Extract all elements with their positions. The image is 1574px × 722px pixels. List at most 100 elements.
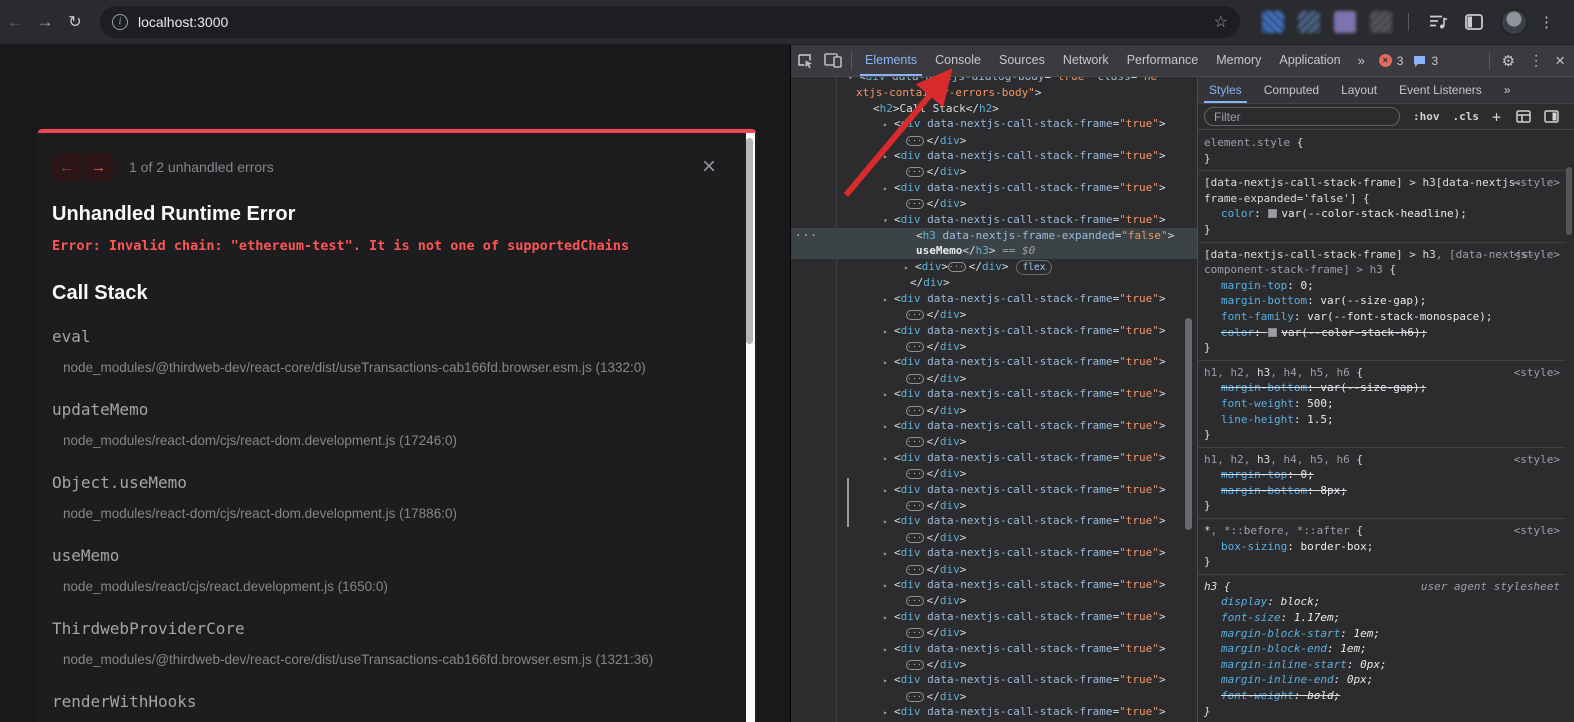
dom-tree-line[interactable]: ···</div> (791, 196, 1197, 211)
css-declaration[interactable]: margin-top: 0; (1204, 467, 1560, 483)
css-declaration[interactable]: font-weight: 500; (1204, 396, 1560, 412)
dom-tree-line[interactable]: ▾<div data-nextjs-call-stack-frame="true… (791, 212, 1197, 228)
close-icon[interactable]: × (702, 157, 716, 177)
error-count[interactable]: 3 (1397, 54, 1404, 68)
color-swatch[interactable] (1268, 328, 1277, 337)
dom-tree-line[interactable]: ▸<div data-nextjs-call-stack-frame="true… (791, 545, 1197, 561)
dom-tree-line[interactable]: ▸<div data-nextjs-call-stack-frame="true… (791, 704, 1197, 720)
css-rule[interactable]: <style>[data-nextjs-call-stack-frame] > … (1198, 171, 1566, 242)
rule-source-link[interactable]: <style> (1514, 365, 1560, 381)
rule-source-link[interactable]: <style> (1514, 523, 1560, 539)
dom-tree-line[interactable]: ···</div> (791, 562, 1197, 577)
pseudo-state-toggle[interactable]: :hov (1413, 110, 1440, 123)
extension-icon[interactable] (1262, 11, 1284, 33)
expand-arrow-right-icon[interactable]: ▸ (883, 514, 894, 529)
rule-source-link[interactable]: <style> (1514, 452, 1560, 468)
dialog-scrollbar-track[interactable] (746, 133, 755, 722)
dom-tree-line[interactable]: ▸<div data-nextjs-call-stack-frame="true… (791, 148, 1197, 164)
dom-tree-line[interactable]: ···</div> (791, 498, 1197, 513)
rule-source-link[interactable]: user agent stylesheet (1421, 579, 1560, 595)
new-style-rule-button[interactable]: + (1492, 108, 1501, 126)
more-content-icon[interactable]: ··· (906, 533, 924, 543)
expand-arrow-right-icon[interactable]: ▸ (883, 705, 894, 720)
css-declaration[interactable]: margin-bottom: var(--size-gap); (1204, 380, 1560, 396)
css-rule[interactable]: element.style {} (1198, 131, 1566, 171)
dom-tree-line[interactable]: ···</div> (791, 133, 1197, 148)
dom-tree-line[interactable]: ▸<div data-nextjs-call-stack-frame="true… (791, 672, 1197, 688)
expand-arrow-right-icon[interactable]: ▸ (883, 578, 894, 593)
more-content-icon[interactable]: ··· (906, 342, 924, 352)
tab-styles[interactable]: Styles (1198, 77, 1253, 103)
expand-arrow-right-icon[interactable]: ▸ (883, 483, 894, 498)
css-declaration[interactable]: margin-bottom: 8px; (1204, 483, 1560, 499)
forward-button[interactable]: → (30, 12, 60, 32)
dom-tree-line[interactable]: ···</div> (791, 371, 1197, 386)
css-declaration[interactable]: margin-inline-end: 0px; (1204, 672, 1560, 688)
styles-scrollbar-thumb[interactable] (1566, 167, 1572, 235)
next-error-button[interactable]: → (84, 153, 113, 181)
expand-arrow-right-icon[interactable]: ▸ (883, 546, 894, 561)
rule-selector[interactable]: h1, h2, h3, h4, h5, h6 { (1204, 452, 1560, 468)
more-content-icon[interactable]: ··· (906, 501, 924, 511)
more-content-icon[interactable]: ··· (906, 660, 924, 670)
more-content-icon[interactable]: ··· (906, 628, 924, 638)
tab-computed[interactable]: Computed (1253, 77, 1330, 103)
dom-tree-line[interactable]: ▾<div data-nextjs-dialog-body="true" cla… (791, 77, 1197, 85)
dom-tree-line[interactable]: </div> (791, 275, 1197, 290)
more-content-icon[interactable]: ··· (906, 469, 924, 479)
bookmark-star-icon[interactable]: ☆ (1214, 12, 1228, 32)
rule-selector[interactable]: [data-nextjs-call-stack-frame] > h3[data… (1204, 175, 1560, 206)
dom-tree-line[interactable]: ···</div> (791, 466, 1197, 481)
css-declaration[interactable]: font-family: var(--font-stack-monospace)… (1204, 309, 1560, 325)
css-declaration[interactable]: margin-block-start: 1em; (1204, 626, 1560, 642)
css-declaration[interactable]: margin-inline-start: 0px; (1204, 657, 1560, 673)
expand-arrow-right-icon[interactable]: ▸ (883, 642, 894, 657)
expand-arrow-right-icon[interactable]: ▸ (883, 292, 894, 307)
site-info-icon[interactable]: i (112, 14, 128, 30)
tab-performance[interactable]: Performance (1118, 45, 1208, 76)
more-content-icon[interactable]: ··· (906, 374, 924, 384)
tab-network[interactable]: Network (1054, 45, 1118, 76)
css-rule[interactable]: <style>[data-nextjs-call-stack-frame] > … (1198, 243, 1566, 361)
dom-tree-line[interactable]: ···</div> (791, 593, 1197, 608)
dom-tree-line[interactable]: ···<h3 data-nextjs-frame-expanded="false… (791, 228, 1197, 243)
rule-selector[interactable]: h1, h2, h3, h4, h5, h6 { (1204, 365, 1560, 381)
tab-application[interactable]: Application (1270, 45, 1349, 76)
expand-arrow-right-icon[interactable]: ▸ (883, 419, 894, 434)
expand-arrow-right-icon[interactable]: ▸ (904, 260, 915, 275)
dom-tree-line[interactable]: ▸<div data-nextjs-call-stack-frame="true… (791, 323, 1197, 339)
rule-selector[interactable]: [data-nextjs-call-stack-frame] > h3, [da… (1204, 247, 1560, 278)
dom-tree-line[interactable]: <h2>Call Stack</h2> (791, 101, 1197, 116)
dom-tree-line[interactable]: ···</div> (791, 530, 1197, 545)
computed-sidebar-toggle-icon[interactable] (1544, 110, 1559, 123)
dom-tree-line[interactable]: ▸<div data-nextjs-call-stack-frame="true… (791, 116, 1197, 132)
browser-menu-icon[interactable]: ⋮ (1539, 13, 1554, 31)
css-declaration[interactable]: color: var(--color-stack-headline); (1204, 206, 1560, 222)
side-panel-icon[interactable] (1465, 14, 1483, 30)
dom-tree-line[interactable]: ▸<div data-nextjs-call-stack-frame="true… (791, 482, 1197, 498)
expand-arrow-right-icon[interactable]: ▸ (883, 117, 894, 132)
expand-arrow-right-icon[interactable]: ▸ (883, 149, 894, 164)
expand-arrow-right-icon[interactable]: ▸ (883, 387, 894, 402)
expand-arrow-down-icon[interactable]: ▾ (883, 213, 894, 228)
dom-tree-line[interactable]: ▸<div data-nextjs-call-stack-frame="true… (791, 450, 1197, 466)
previous-error-button[interactable]: ← (52, 153, 81, 181)
more-content-icon[interactable]: ··· (906, 565, 924, 575)
dom-tree-line[interactable]: ···</div> (791, 403, 1197, 418)
more-content-icon[interactable]: ··· (948, 262, 966, 272)
tab-layout[interactable]: Layout (1330, 77, 1388, 103)
color-swatch[interactable] (1268, 209, 1277, 218)
dom-tree-line[interactable]: ···</div> (791, 689, 1197, 704)
dom-tree-line[interactable]: ···</div> (791, 434, 1197, 449)
css-declaration[interactable]: color: var(--color-stack-h6); (1204, 325, 1560, 341)
css-rule[interactable]: user agent stylesheeth3 {display: block;… (1198, 575, 1566, 722)
class-toggle[interactable]: .cls (1453, 110, 1480, 123)
device-toolbar-icon[interactable] (819, 53, 847, 68)
dom-tree-line[interactable]: ▸<div data-nextjs-call-stack-frame="true… (791, 577, 1197, 593)
dom-tree-line[interactable]: ▸<div data-nextjs-call-stack-frame="true… (791, 180, 1197, 196)
tab-memory[interactable]: Memory (1207, 45, 1270, 76)
flex-badge[interactable]: flex (1016, 260, 1053, 275)
dom-tree-line[interactable]: ···</div> (791, 164, 1197, 179)
url-text[interactable]: localhost:3000 (138, 14, 1214, 30)
css-declaration[interactable]: line-height: 1.5; (1204, 412, 1560, 428)
